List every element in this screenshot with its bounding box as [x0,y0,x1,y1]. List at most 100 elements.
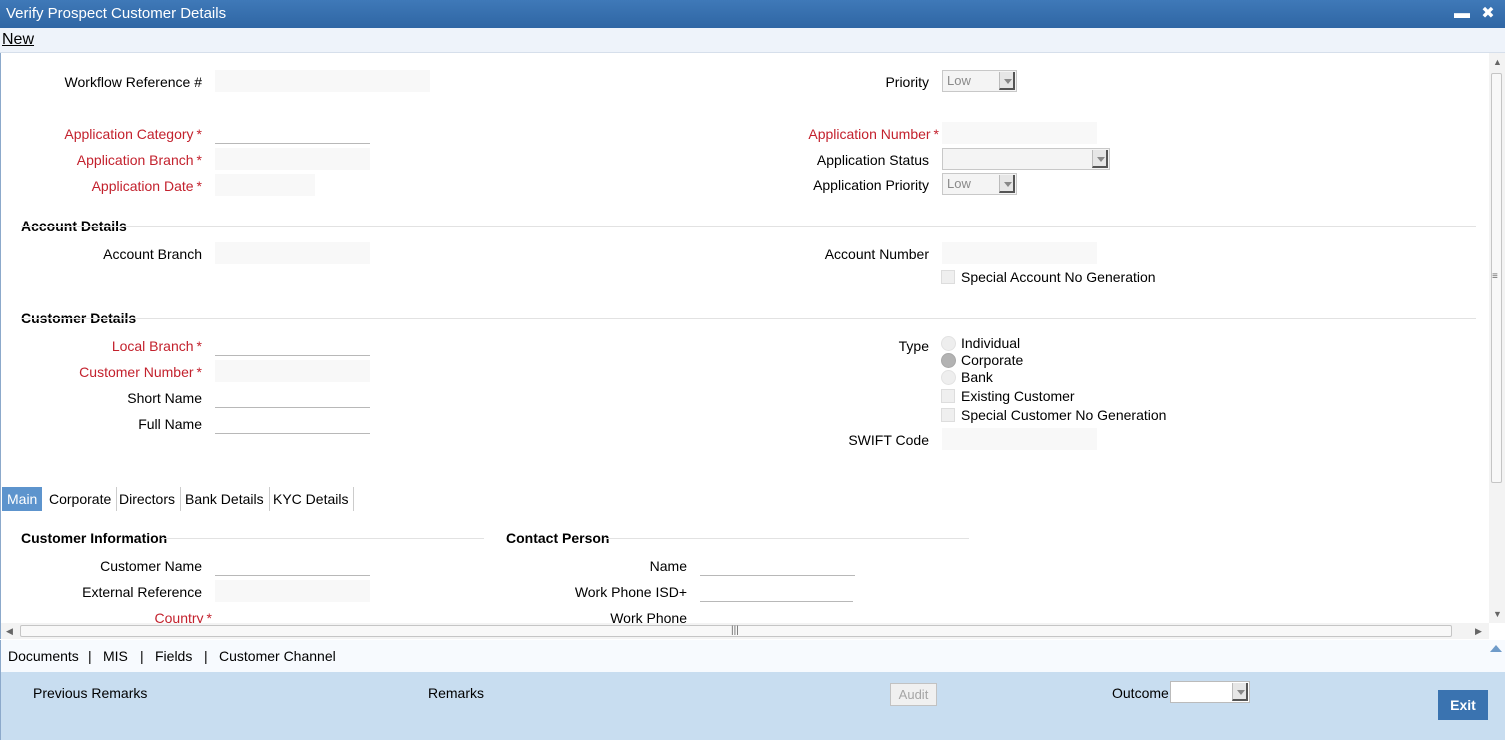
fields-link[interactable]: Fields [155,648,192,664]
outcome-label: Outcome [1112,685,1169,701]
short-name-field[interactable] [215,386,370,408]
contact-name-label: Name [649,558,687,574]
swift-code-field[interactable] [942,428,1097,450]
chevron-down-icon [999,175,1015,193]
special-account-checkbox[interactable] [941,270,955,284]
account-number-label: Account Number [824,246,929,262]
local-branch-field[interactable] [215,334,370,356]
full-name-label: Full Name [138,416,202,432]
swift-code-label: SWIFT Code [848,432,929,448]
window-title: Verify Prospect Customer Details [6,5,227,22]
application-priority-select[interactable]: Low [942,173,1017,195]
tab-directors[interactable]: Directors [114,487,182,511]
chevron-down-icon [999,72,1015,90]
divider [161,538,484,539]
external-reference-field[interactable] [215,580,370,602]
chevron-down-icon [1232,683,1248,701]
application-number-label: Application Number * [808,126,939,142]
chevron-down-icon [1092,150,1108,168]
application-category-field[interactable] [215,122,370,144]
work-phone-isd-label: Work Phone ISD+ [574,584,687,600]
toolbar: New [0,28,1505,53]
grip-icon: ||| [731,625,739,636]
customer-number-label: Customer Number * [79,364,202,380]
priority-label: Priority [885,74,929,90]
tab-bank-details[interactable]: Bank Details [180,487,270,511]
outcome-select[interactable] [1170,681,1250,703]
customer-number-field[interactable] [215,360,370,382]
type-individual-radio[interactable] [941,336,956,351]
scroll-left-icon[interactable]: ◀ [6,626,13,637]
tab-main[interactable]: Main [2,487,43,511]
type-corporate-label: Corporate [961,352,1024,368]
mis-link[interactable]: MIS [103,648,128,664]
application-branch-field[interactable] [215,148,370,170]
horizontal-scrollbar[interactable]: ◀ ||| ▶ [0,623,1489,639]
work-phone-label: Work Phone [610,610,687,623]
type-bank-radio[interactable] [941,370,956,385]
scroll-right-icon[interactable]: ▶ [1475,626,1482,637]
separator: | [204,648,208,664]
minimize-icon[interactable]: ▬ [1452,4,1472,24]
special-customer-checkbox[interactable] [941,408,955,422]
application-priority-label: Application Priority [813,177,929,193]
close-icon[interactable]: ✖ [1478,4,1498,24]
account-branch-field[interactable] [215,242,370,264]
existing-customer-label: Existing Customer [961,388,1075,404]
grip-icon: ≡ [1492,271,1498,282]
previous-remarks-label[interactable]: Previous Remarks [33,685,147,701]
work-phone-isd-field[interactable] [700,580,853,602]
divider [21,226,1476,227]
special-customer-label: Special Customer No Generation [961,407,1167,423]
collapse-icon[interactable] [1490,645,1502,652]
tab-kyc-details[interactable]: KYC Details [268,487,355,511]
scroll-down-icon[interactable]: ▼ [1493,609,1502,619]
external-reference-label: External Reference [82,584,202,600]
documents-link[interactable]: Documents [8,648,79,664]
vertical-scrollbar[interactable]: ▲ ≡ ▼ [1489,53,1505,623]
existing-customer-checkbox[interactable] [941,389,955,403]
title-bar: Verify Prospect Customer Details ▬ ✖ [0,0,1505,28]
remarks-label[interactable]: Remarks [428,685,484,701]
country-label: Country * [154,610,212,623]
footer-links: Documents | MIS | Fields | Customer Chan… [0,640,1505,672]
workflow-reference-field[interactable] [215,70,430,92]
customer-name-field[interactable] [215,554,370,576]
application-status-label: Application Status [816,152,929,168]
audit-button[interactable]: Audit [890,683,937,706]
full-name-field[interactable] [215,412,370,434]
type-bank-label: Bank [961,369,993,385]
type-individual-label: Individual [961,335,1021,351]
new-link[interactable]: New [2,31,34,49]
workflow-reference-label: Workflow Reference # [64,74,202,90]
application-date-field[interactable] [215,174,315,196]
scroll-up-icon[interactable]: ▲ [1493,57,1502,67]
special-account-label: Special Account No Generation [961,269,1156,285]
customer-channel-link[interactable]: Customer Channel [219,648,336,664]
divider [606,538,969,539]
application-priority-value: Low [947,176,971,191]
account-number-field[interactable] [942,242,1097,264]
customer-information-heading: Customer Information [21,530,168,546]
contact-person-heading: Contact Person [506,530,610,546]
priority-select[interactable]: Low [942,70,1017,92]
application-date-label: Application Date * [91,178,202,194]
form-content: Workflow Reference # Priority Low Applic… [0,53,1489,623]
exit-button[interactable]: Exit [1438,690,1488,720]
separator: | [140,648,144,664]
tab-corporate[interactable]: Corporate [44,487,118,511]
account-branch-label: Account Branch [103,246,202,262]
bottom-bar: Previous Remarks Remarks Audit Outcome E… [0,672,1505,740]
type-label: Type [898,338,929,354]
divider [21,318,1476,319]
local-branch-label: Local Branch * [111,338,202,354]
short-name-label: Short Name [127,390,202,406]
priority-value: Low [947,73,971,88]
customer-name-label: Customer Name [100,558,202,574]
application-number-field[interactable] [942,122,1097,144]
application-category-label: Application Category * [64,126,202,142]
application-status-select[interactable] [942,148,1110,170]
separator: | [88,648,92,664]
type-corporate-radio[interactable] [941,353,956,368]
contact-name-field[interactable] [700,554,855,576]
